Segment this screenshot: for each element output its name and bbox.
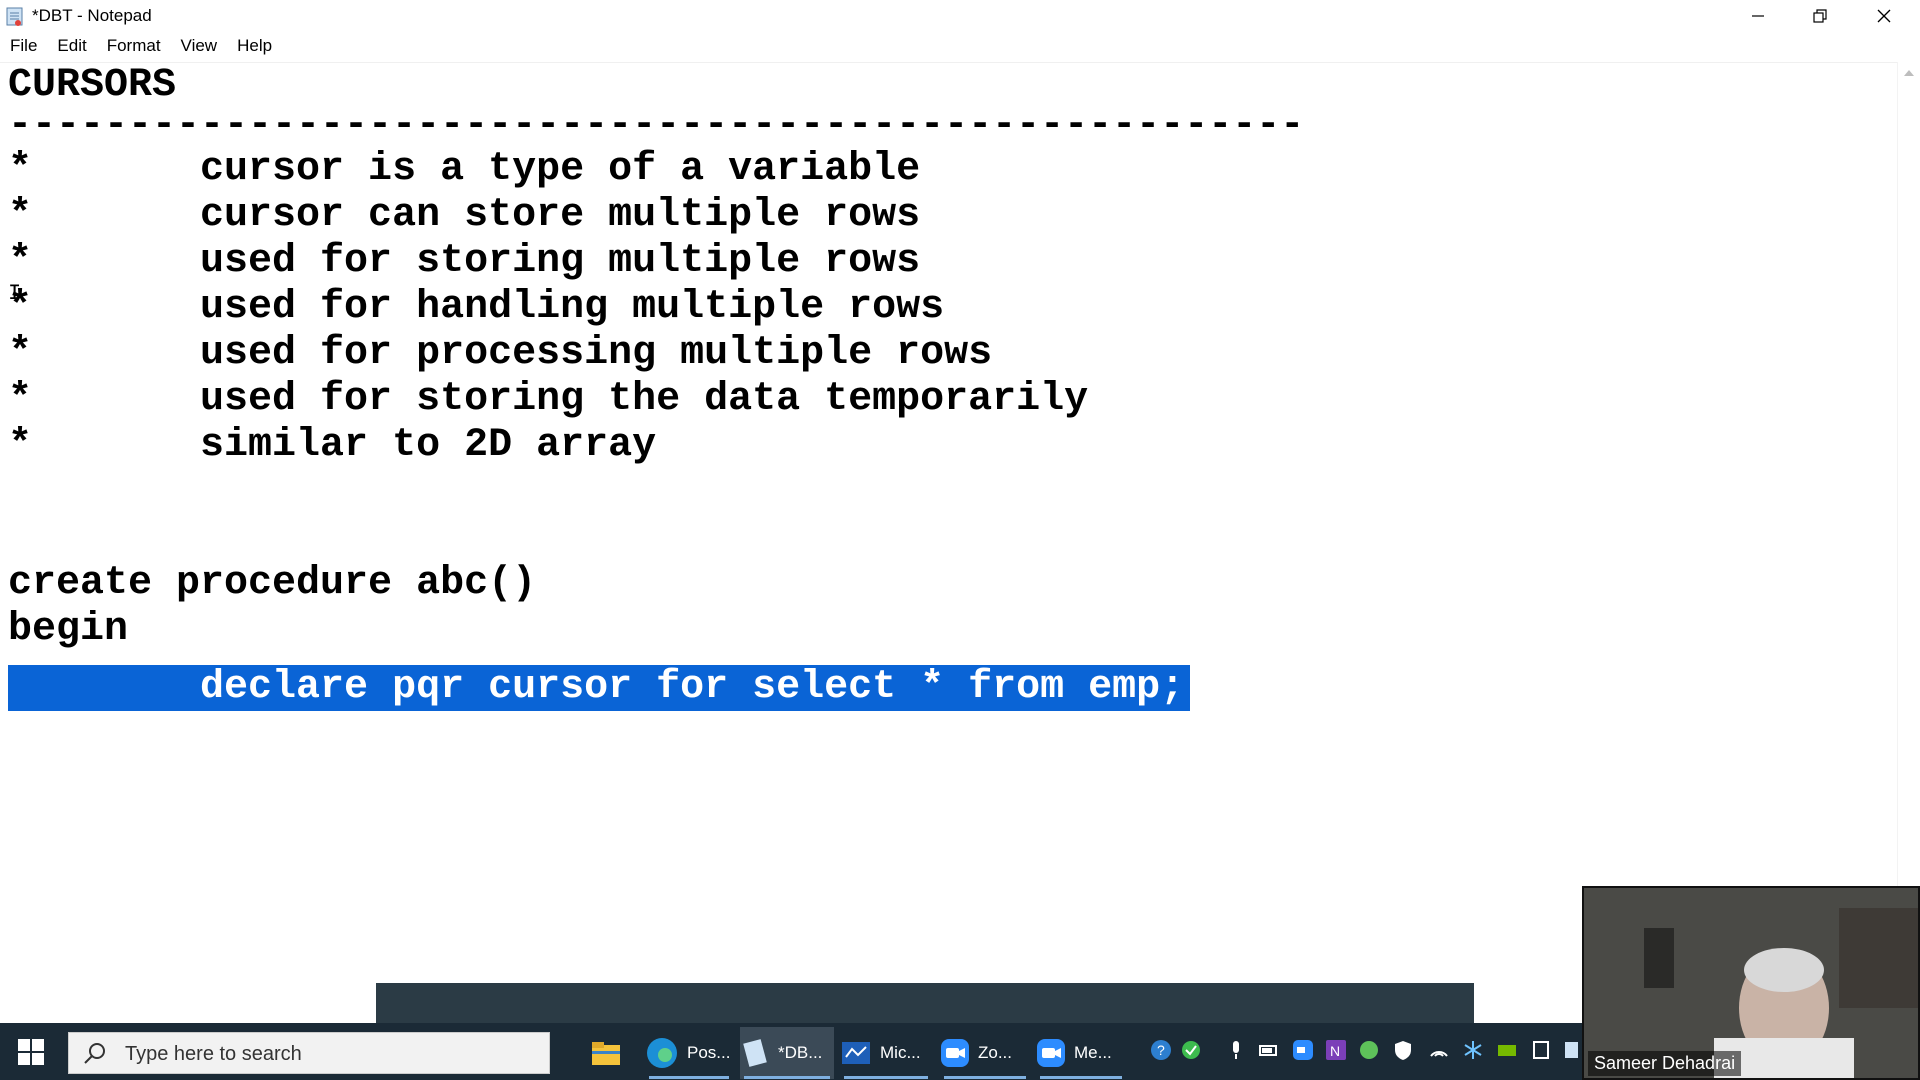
taskbar-app-whiteboard[interactable]: Mic...	[840, 1027, 932, 1079]
search-icon	[84, 1043, 105, 1064]
title-bar: *DBT - Notepad	[0, 0, 1920, 32]
taskbar-app-zoom[interactable]: Zo...	[940, 1027, 1030, 1079]
zoom-icon	[941, 1039, 969, 1067]
editor-line: ----------------------------------------…	[8, 103, 1305, 148]
taskbar-app-label: *DB...	[778, 1043, 823, 1062]
menu-format[interactable]: Format	[97, 36, 171, 56]
vertical-scrollbar[interactable]	[1897, 62, 1920, 982]
menu-bar: File Edit Format View Help	[0, 32, 1920, 60]
menu-edit[interactable]: Edit	[47, 36, 96, 56]
editor-line: * cursor is a type of a variable	[8, 147, 921, 192]
taskbar-file-explorer[interactable]	[590, 1027, 634, 1079]
editor-line: * cursor can store multiple rows	[8, 193, 921, 238]
running-indicator	[844, 1076, 928, 1079]
taskbar-app-label: Mic...	[880, 1043, 921, 1062]
restore-icon	[1813, 9, 1827, 23]
zoom-tray-icon[interactable]	[1292, 1039, 1314, 1061]
wifi-icon[interactable]	[1428, 1039, 1450, 1061]
svg-text:?: ?	[1157, 1042, 1165, 1058]
webcam-video: Sameer Dehadrai	[1582, 886, 1920, 1080]
scroll-up-icon[interactable]	[1904, 70, 1914, 76]
microphone-icon[interactable]	[1225, 1039, 1247, 1061]
snowflake-icon[interactable]	[1462, 1039, 1484, 1061]
notepad-icon	[6, 7, 23, 26]
menu-help[interactable]: Help	[227, 36, 282, 56]
overlay-banner	[376, 983, 1474, 1023]
text-cursor-icon: I	[8, 281, 22, 306]
svg-text:N: N	[1330, 1043, 1340, 1059]
folder-icon	[592, 1042, 620, 1065]
onenote-icon[interactable]: N	[1325, 1039, 1347, 1061]
running-indicator	[649, 1076, 729, 1079]
taskbar-app-edge[interactable]: Pos...	[645, 1027, 733, 1079]
tablet-icon[interactable]	[1530, 1039, 1552, 1061]
windows-start-icon[interactable]	[18, 1039, 44, 1065]
notepad-tray-icon[interactable]	[1560, 1039, 1582, 1061]
menu-file[interactable]: File	[0, 36, 47, 56]
taskbar-app-notepad[interactable]: *DB...	[740, 1027, 834, 1079]
editor-line: * used for storing the data temporarily	[8, 377, 1089, 422]
restore-button[interactable]	[1790, 0, 1850, 32]
search-placeholder: Type here to search	[125, 1043, 302, 1065]
window-title: *DBT - Notepad	[32, 6, 152, 25]
zoom-meeting-icon	[1037, 1039, 1065, 1067]
editor-line: * used for storing multiple rows	[8, 239, 921, 284]
minimize-icon	[1752, 15, 1764, 17]
help-icon[interactable]: ?	[1150, 1039, 1172, 1061]
close-button[interactable]	[1854, 0, 1914, 32]
editor-line: * used for processing multiple rows	[8, 331, 993, 376]
whiteboard-icon	[842, 1042, 870, 1064]
participant-name: Sameer Dehadrai	[1588, 1051, 1742, 1076]
nvidia-icon[interactable]	[1496, 1039, 1518, 1061]
editor-line: create procedure abc()	[8, 561, 537, 606]
taskbar-app-label: Me...	[1074, 1043, 1112, 1062]
edge-icon	[647, 1038, 677, 1068]
close-icon	[1877, 9, 1891, 23]
menu-view[interactable]: View	[171, 36, 228, 56]
notepad-icon	[743, 1039, 767, 1067]
text-editor[interactable]: CURSORS --------------------------------…	[0, 62, 1898, 983]
taskbar-search-box[interactable]: Type here to search	[68, 1032, 550, 1074]
battery-icon[interactable]	[1258, 1039, 1280, 1061]
editor-line-selected: declare pqr cursor for select * from emp…	[8, 665, 1191, 711]
editor-line: * similar to 2D array	[8, 423, 657, 468]
shield-icon[interactable]	[1392, 1039, 1414, 1061]
taskbar-app-label: Zo...	[978, 1043, 1013, 1062]
taskbar-app-label: Pos...	[687, 1043, 731, 1062]
app-tray-icon[interactable]	[1358, 1039, 1380, 1061]
running-indicator	[744, 1076, 830, 1079]
running-indicator	[1040, 1076, 1122, 1079]
taskbar-app-zoom-meeting[interactable]: Me...	[1036, 1027, 1126, 1079]
running-indicator	[944, 1076, 1026, 1079]
minimize-button[interactable]	[1728, 0, 1788, 32]
security-check-icon[interactable]	[1180, 1039, 1202, 1061]
editor-line: begin	[8, 607, 129, 652]
editor-line: * used for handling multiple rows	[8, 285, 945, 330]
